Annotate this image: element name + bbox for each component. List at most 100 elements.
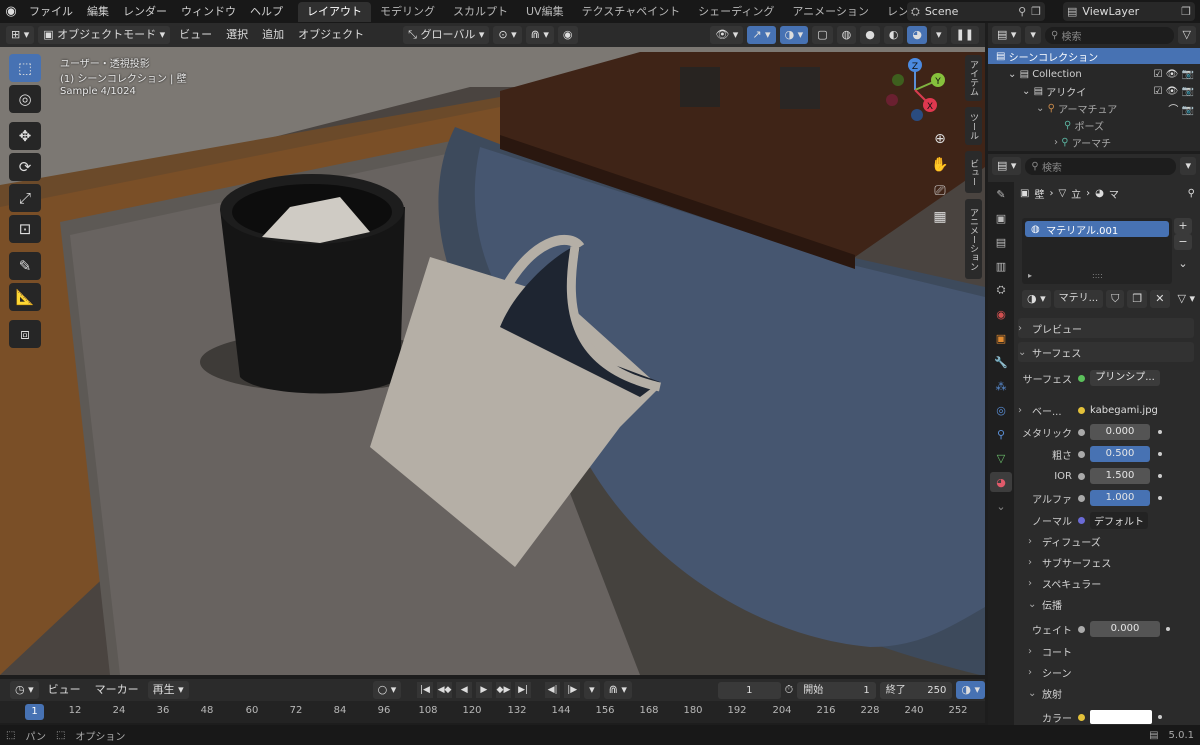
- visibility-icon[interactable]: 👁 ▾: [710, 26, 744, 44]
- rotate-icon[interactable]: ⟳: [9, 153, 41, 181]
- chevron-right-icon[interactable]: ›: [1018, 405, 1032, 416]
- more-tabs-icon[interactable]: ⌄: [990, 496, 1012, 516]
- outliner-row-collection[interactable]: ⌄ ▤ Collection ☑ 👁 📷: [988, 66, 1200, 82]
- outliner-funnel-icon[interactable]: ▽: [1177, 26, 1196, 44]
- tab-texture-paint[interactable]: テクスチャペイント: [573, 2, 690, 22]
- properties-editor-icon[interactable]: ▤ ▾: [992, 157, 1022, 175]
- outliner-row-pose[interactable]: ⚲ ポーズ: [988, 117, 1200, 133]
- outliner-row-aardvark[interactable]: ⌄ ▤ アリクイ ☑ 👁 📷: [988, 83, 1200, 99]
- menu-window[interactable]: ウィンドウ: [174, 0, 243, 23]
- browse-material-icon[interactable]: ◑ ▾: [1022, 290, 1051, 308]
- shading-wireframe-icon[interactable]: ◍: [836, 26, 857, 44]
- tab-animation-panel[interactable]: アニメーション: [965, 199, 982, 279]
- view-layer-tab-icon[interactable]: ▥: [990, 256, 1012, 276]
- panel-surface[interactable]: ⌄ サーフェス: [1018, 342, 1194, 362]
- pin-icon[interactable]: ⚲: [1188, 188, 1195, 199]
- timeline-editor-icon[interactable]: ◷ ▾: [10, 681, 39, 699]
- tab-item[interactable]: アイテム: [965, 55, 982, 101]
- tab-uv-editing[interactable]: UV編集: [517, 2, 573, 22]
- material-name-field[interactable]: マテリ...: [1053, 290, 1104, 308]
- shading-material-icon[interactable]: ◐: [883, 26, 904, 44]
- unlink-material-icon[interactable]: ✕: [1150, 290, 1170, 308]
- physics-tab-icon[interactable]: ◎: [990, 400, 1012, 420]
- shading-options-icon[interactable]: ▾: [931, 26, 947, 44]
- playback-dropdown[interactable]: 再生 ▾: [147, 681, 189, 699]
- fake-user-icon[interactable]: ⛉: [1106, 290, 1125, 308]
- navigation-gizmo[interactable]: Z Y X: [880, 55, 950, 125]
- remove-slot-button[interactable]: −: [1174, 234, 1192, 250]
- proportional-edit-icon[interactable]: ◉: [557, 26, 578, 44]
- start-frame-field[interactable]: 開始 1: [797, 681, 876, 699]
- snap-timeline-icon[interactable]: ▾: [584, 681, 600, 699]
- outliner-search-input[interactable]: ⚲ 検索: [1044, 26, 1174, 44]
- next-frame-icon[interactable]: |▶: [564, 682, 581, 698]
- stopwatch-icon[interactable]: ⏱: [785, 683, 794, 697]
- scene-selector[interactable]: ⛭ Scene ⚲ ❐: [907, 2, 1045, 21]
- pause-render-icon[interactable]: ❚❚: [950, 26, 979, 44]
- copy-icon[interactable]: ❐: [1031, 5, 1041, 18]
- keying-icon[interactable]: ○ ▾: [372, 681, 402, 699]
- pivot-icon[interactable]: ⊙ ▾: [493, 26, 522, 44]
- cursor-icon[interactable]: ◎: [9, 85, 41, 113]
- menu-render[interactable]: レンダー: [116, 0, 174, 23]
- menu-edit[interactable]: 編集: [80, 0, 116, 23]
- expand-icon[interactable]: ⌄: [1022, 86, 1034, 97]
- shading-solid-icon[interactable]: ●: [860, 26, 880, 44]
- pin-icon[interactable]: ⚲: [1018, 5, 1026, 18]
- play-reverse-icon[interactable]: ◀: [456, 682, 473, 698]
- add-cube-icon[interactable]: ⧈: [9, 320, 41, 348]
- constraints-tab-icon[interactable]: ⚲: [990, 424, 1012, 444]
- gizmo-toggle-icon[interactable]: ↗ ▾: [747, 26, 776, 44]
- timeline-menu-marker[interactable]: マーカー: [90, 681, 144, 699]
- shading-rendered-icon[interactable]: ◕: [907, 26, 928, 44]
- modifier-tab-icon[interactable]: 🔧: [990, 352, 1012, 372]
- play-icon[interactable]: ▶: [476, 682, 492, 698]
- subpanel-sheen[interactable]: › シーン: [1028, 662, 1188, 682]
- tab-shading[interactable]: シェーディング: [689, 2, 783, 22]
- keyframe-dot-icon[interactable]: [1158, 715, 1162, 719]
- tab-view[interactable]: ビュー: [965, 151, 982, 193]
- tab-tool[interactable]: ツール: [965, 107, 982, 145]
- ior-field[interactable]: 1.500: [1090, 468, 1150, 484]
- keyframe-dot-icon[interactable]: [1158, 474, 1162, 478]
- roughness-field[interactable]: 0.500: [1090, 446, 1150, 462]
- editor-type-icon[interactable]: ⊞ ▾: [6, 26, 35, 44]
- menu-object[interactable]: オブジェクト: [293, 26, 369, 44]
- 3d-viewport[interactable]: ユーザー・透視投影 (1) シーンコレクション | 壁 Sample 4/102…: [0, 47, 985, 675]
- properties-options-icon[interactable]: ▾: [1180, 157, 1196, 175]
- scene-tab-icon[interactable]: ⛭: [990, 280, 1012, 300]
- normal-field[interactable]: デフォルト: [1090, 511, 1148, 529]
- transform-orientation-dropdown[interactable]: ⤡ グローバル ▾: [403, 26, 490, 44]
- camera-view-icon[interactable]: ⎚: [928, 179, 952, 203]
- overlay-toggle-icon[interactable]: ◑ ▾: [779, 26, 809, 44]
- menu-add[interactable]: 追加: [257, 26, 289, 44]
- add-slot-button[interactable]: +: [1174, 218, 1192, 234]
- node-link-icon[interactable]: ▽ ▾: [1173, 290, 1200, 308]
- keyframe-dot-icon[interactable]: [1166, 627, 1170, 631]
- next-keyframe-icon[interactable]: ◆▶: [495, 682, 512, 698]
- outliner-row-armature-data[interactable]: › ⚲ アーマチ: [988, 134, 1200, 150]
- panel-preview[interactable]: › プレビュー: [1018, 318, 1194, 338]
- subpanel-emission[interactable]: ⌄ 放射: [1028, 683, 1188, 703]
- tool-tab-icon[interactable]: ✎: [990, 184, 1012, 204]
- move-icon[interactable]: ✥: [9, 122, 41, 150]
- expand-icon[interactable]: ⌄: [1036, 103, 1048, 114]
- expand-icon[interactable]: ›: [1054, 137, 1061, 148]
- particles-tab-icon[interactable]: ⁂: [990, 376, 1012, 396]
- resize-handle-icon[interactable]: ::::: [1092, 271, 1103, 280]
- output-tab-icon[interactable]: ▤: [990, 232, 1012, 252]
- jump-end-icon[interactable]: ▶|: [515, 682, 531, 698]
- subpanel-subsurface[interactable]: › サブサーフェス: [1028, 552, 1188, 572]
- mode-dropdown[interactable]: ▣ オブジェクトモード ▾: [38, 26, 171, 44]
- select-box-icon[interactable]: ⬚: [9, 54, 41, 82]
- metallic-field[interactable]: 0.000: [1090, 424, 1150, 440]
- transmission-weight-field[interactable]: 0.000: [1090, 621, 1160, 637]
- snap-icon[interactable]: ⋒ ▾: [525, 26, 554, 44]
- zoom-icon[interactable]: ⊕: [928, 127, 952, 151]
- outliner-row-scene-collection[interactable]: ▤ シーンコレクション: [988, 48, 1200, 64]
- prev-keyframe-icon[interactable]: ◀◆: [436, 682, 453, 698]
- annotate-icon[interactable]: ✎: [9, 252, 41, 280]
- row-toggles[interactable]: ⌒ 📷: [1168, 101, 1194, 116]
- tab-layout[interactable]: レイアウト: [298, 2, 371, 22]
- menu-select[interactable]: 選択: [221, 26, 253, 44]
